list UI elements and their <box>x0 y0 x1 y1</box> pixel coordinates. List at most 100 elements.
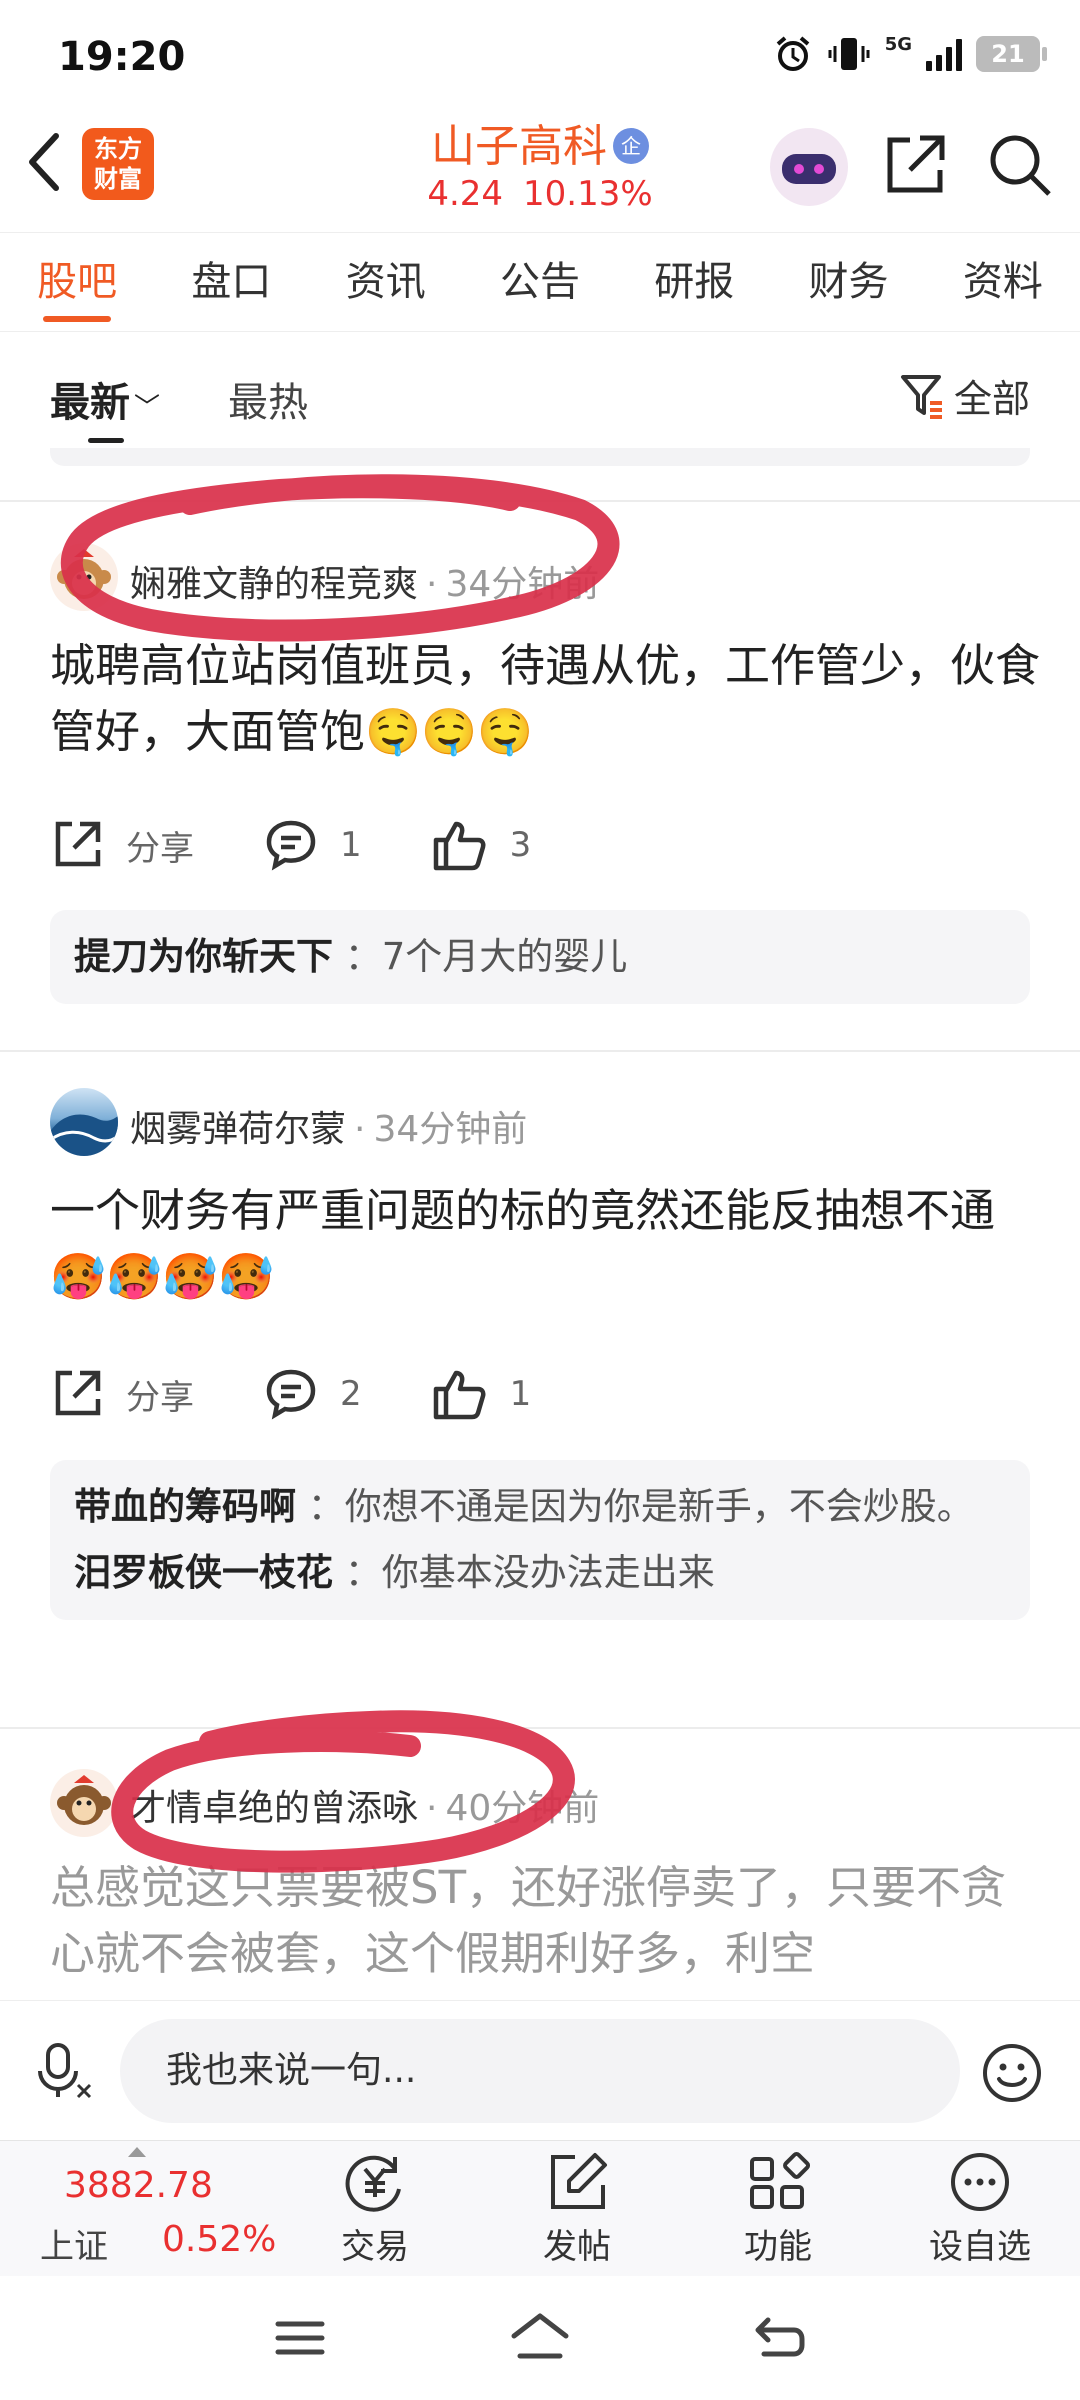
apps-grid-icon <box>750 2151 810 2209</box>
tab-finance[interactable]: 财务 <box>771 232 925 332</box>
home-icon[interactable] <box>508 2310 572 2362</box>
share-icon <box>55 1370 101 1416</box>
post-card[interactable]: 烟雾弹荷尔蒙 · 34分钟前 一个财务有严重问题的标的竟然还能反抽想不通🥵🥵🥵🥵 分… <box>0 1052 1080 1727</box>
ai-assistant-button[interactable] <box>770 128 848 206</box>
post-text[interactable]: 总感觉这只票要被ST，还好涨停卖了，只要不贪心就不会被套，这个假期利好多，利空 <box>50 1855 1040 1987</box>
stock-price: 4.24 <box>427 174 504 214</box>
post-time: 40分钟前 <box>445 1788 600 1829</box>
comment-action[interactable]: 2 <box>264 1367 362 1421</box>
post-text[interactable]: 一个财务有严重问题的标的竟然还能反抽想不通🥵🥵🥵🥵 <box>50 1178 1040 1310</box>
back-button[interactable] <box>22 130 82 200</box>
like-action[interactable]: 1 <box>432 1367 531 1421</box>
index-change: 0.52% <box>162 2219 277 2260</box>
reply-text: 你基本没办法走出来 <box>381 1551 715 1594</box>
menu-icon[interactable] <box>272 2316 328 2360</box>
post-actions: 分享 1 3 <box>50 815 750 875</box>
tab-pankou[interactable]: 盘口 <box>154 232 308 332</box>
monkey-avatar-icon <box>57 1775 111 1825</box>
reply-item: 带血的筹码啊 ：你想不通是因为你是新手，不会炒股。 <box>74 1485 974 1528</box>
post-author[interactable]: 烟雾弹荷尔蒙 · 34分钟前 <box>130 1100 527 1152</box>
divider <box>0 500 1080 502</box>
tab-announcements[interactable]: 公告 <box>463 232 617 332</box>
price-row: 4.24 10.13% <box>300 174 780 214</box>
wave-avatar-icon <box>50 1114 118 1156</box>
battery-icon: 21 <box>976 36 1047 72</box>
clock: 19:20 <box>58 34 186 80</box>
nav-post[interactable]: 发帖 <box>487 2151 667 2268</box>
like-action[interactable]: 3 <box>432 818 531 872</box>
avatar[interactable] <box>50 1088 118 1156</box>
share-icon <box>55 821 101 867</box>
comment-icon <box>266 820 316 871</box>
reply-text: 你想不通是因为你是新手，不会炒股。 <box>344 1485 974 1528</box>
caret-up-icon <box>128 2147 146 2157</box>
reply-author[interactable]: 汨罗板侠一枝花 <box>74 1551 333 1594</box>
monkey-avatar-icon <box>57 549 111 599</box>
reply-author[interactable]: 提刀为你斩天下 <box>74 935 333 978</box>
signal-icon <box>926 37 962 71</box>
voice-input-button[interactable] <box>36 2041 96 2101</box>
tab-news[interactable]: 资讯 <box>309 232 463 332</box>
filter-button[interactable]: 全部 <box>900 368 1030 423</box>
status-bar: 19:20 5G 21 <box>0 0 1080 110</box>
post-card[interactable]: 娴雅文静的程竞爽 · 34分钟前 城聘高位站岗值班员，待遇从优，工作管少，伙食管好，… <box>0 505 1080 1050</box>
post-author[interactable]: 娴雅文静的程竞爽 · 34分钟前 <box>130 555 599 607</box>
avatar[interactable] <box>50 543 118 611</box>
chevron-left-icon <box>29 133 59 191</box>
comment-input-bar: 我也来说一句... <box>0 2000 1080 2140</box>
reply-author[interactable]: 带血的筹码啊 <box>74 1485 296 1528</box>
sort-hottest[interactable]: 最热 <box>228 370 308 428</box>
reply-text: 7个月大的婴儿 <box>381 935 628 978</box>
index-name: 上证 <box>40 2227 108 2267</box>
share-icon <box>887 135 945 193</box>
reply-item: 汨罗板侠一枝花 ：你基本没办法走出来 <box>74 1551 715 1594</box>
sort-indicator <box>88 438 124 443</box>
search-button[interactable] <box>985 130 1055 200</box>
sort-bar: 最新 ﹀ 最热 全部 <box>0 334 1080 444</box>
post-time: 34分钟前 <box>445 564 600 605</box>
status-icons: 5G 21 <box>773 34 1047 74</box>
tab-guba[interactable]: 股吧 <box>0 232 154 332</box>
stock-change: 10.13% <box>523 174 653 214</box>
tab-research[interactable]: 研报 <box>617 232 771 332</box>
comment-action[interactable]: 1 <box>264 818 362 872</box>
reply-item: 提刀为你斩天下 ：7个月大的婴儿 <box>74 935 628 978</box>
comment-input[interactable]: 我也来说一句... <box>120 2019 960 2123</box>
stock-tabs: 股吧 盘口 资讯 公告 研报 财务 资料 <box>0 232 1080 332</box>
enterprise-badge: 企 <box>613 128 649 164</box>
trade-yen-icon <box>345 2155 401 2212</box>
search-icon <box>990 135 1051 196</box>
nav-add-watchlist[interactable]: 设自选 <box>890 2151 1070 2268</box>
post-card[interactable]: 才情卓绝的曾添咏 · 40分钟前 总感觉这只票要被ST，还好涨停卖了，只要不贪心就不… <box>0 1729 1080 2000</box>
share-action[interactable]: 分享 <box>50 1367 194 1421</box>
filter-icon <box>900 374 942 419</box>
post-actions: 分享 2 1 <box>50 1364 750 1424</box>
robot-icon <box>782 154 836 184</box>
emoji-button[interactable] <box>980 2041 1044 2105</box>
index-value: 3882.78 <box>64 2165 213 2206</box>
nav-trade[interactable]: 交易 <box>285 2151 465 2268</box>
share-button[interactable] <box>880 130 950 200</box>
nav-functions[interactable]: 功能 <box>688 2151 868 2268</box>
post-edit-icon <box>551 2153 607 2209</box>
chevron-down-icon: ﹀ <box>134 393 161 423</box>
system-navigation-bar <box>0 2276 1080 2400</box>
tab-profile[interactable]: 资料 <box>926 232 1080 332</box>
app-logo[interactable]: 东方财富 <box>82 128 154 200</box>
back-nav-icon[interactable] <box>752 2314 808 2362</box>
share-action[interactable]: 分享 <box>50 818 194 872</box>
post-author[interactable]: 才情卓绝的曾添咏 · 40分钟前 <box>130 1779 599 1831</box>
bottom-toolbar: 3882.78 上证 0.52% 交易 发帖 功能 设自选 <box>0 2140 1080 2276</box>
post-time: 34分钟前 <box>373 1109 528 1150</box>
thumbs-up-icon <box>433 821 486 871</box>
reply-preview[interactable]: 提刀为你斩天下 ：7个月大的婴儿 <box>50 910 1030 1004</box>
stock-title: 山子高科企 4.24 10.13% <box>300 110 780 214</box>
avatar[interactable] <box>50 1769 118 1837</box>
reply-preview[interactable]: 带血的筹码啊 ：你想不通是因为你是新手，不会炒股。 汨罗板侠一枝花 ：你基本没办… <box>50 1460 1030 1620</box>
smiley-icon <box>983 2044 1041 2102</box>
sort-newest[interactable]: 最新 ﹀ <box>50 370 160 428</box>
previous-post-edge <box>50 448 1030 466</box>
post-text[interactable]: 城聘高位站岗值班员，待遇从优，工作管少，伙食管好，大面管饱🤤🤤🤤 <box>50 633 1040 765</box>
comment-icon <box>266 1369 316 1420</box>
microphone-icon <box>38 2043 92 2099</box>
